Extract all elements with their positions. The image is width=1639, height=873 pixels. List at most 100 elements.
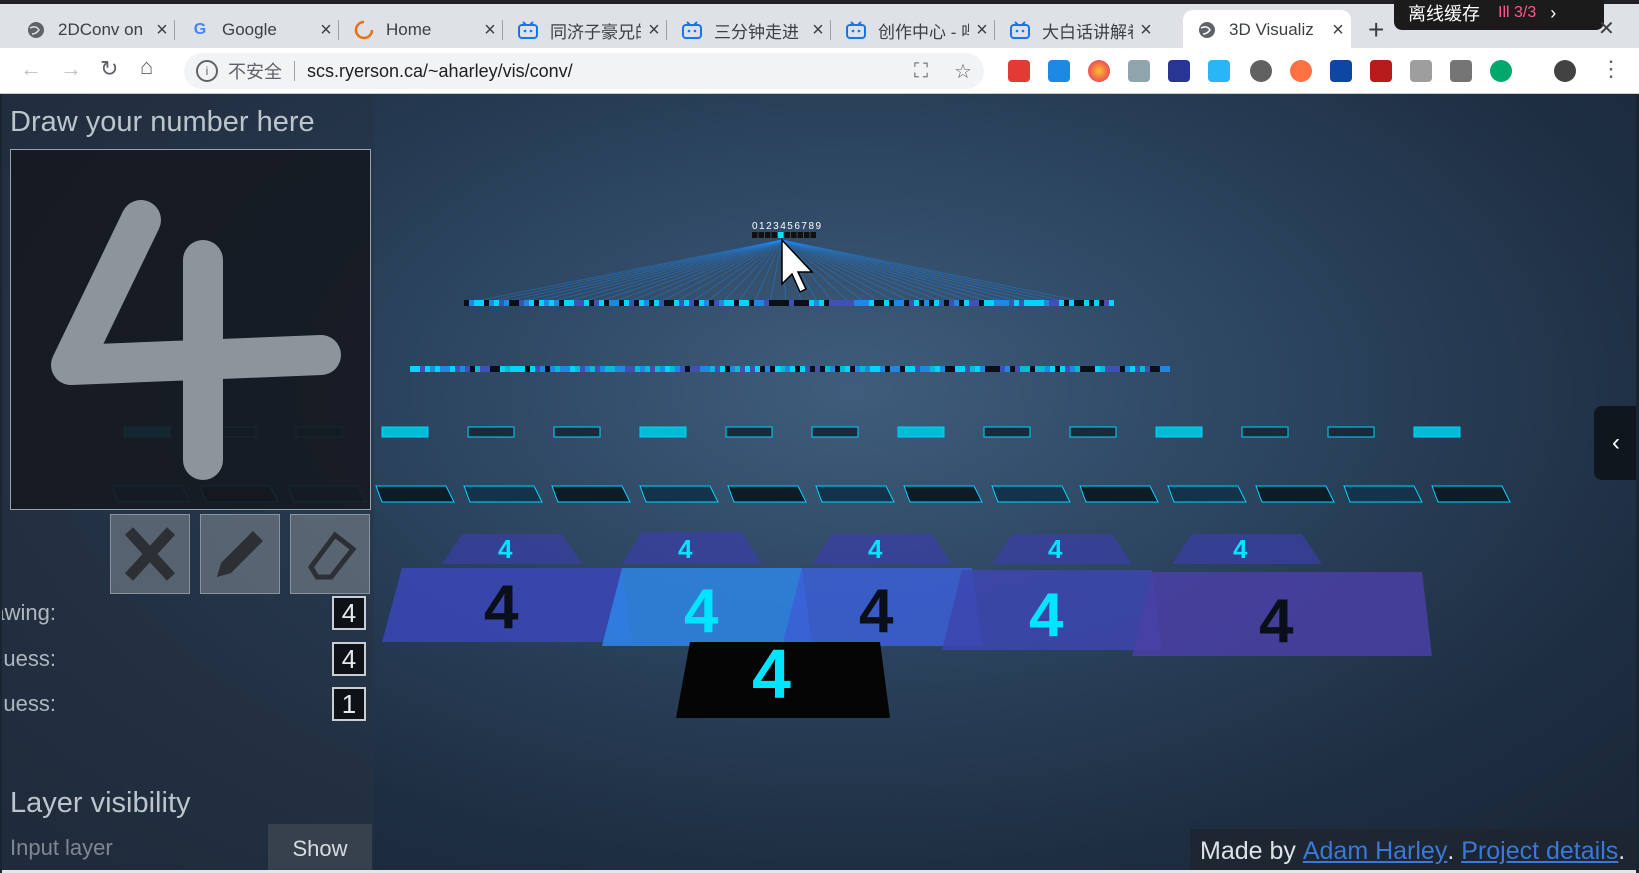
new-tab-button[interactable]: + xyxy=(1368,14,1384,46)
connection-line xyxy=(657,239,783,304)
address-bar[interactable]: i 不安全 scs.ryerson.ca/~aharley/vis/conv/ … xyxy=(184,53,984,89)
offline-cache-overlay[interactable]: 离线缓存 Ill 3/3 › xyxy=(1394,0,1604,30)
fc-node xyxy=(519,300,524,306)
clear-button[interactable] xyxy=(110,514,190,594)
fc-node xyxy=(710,366,715,372)
fc-node xyxy=(694,300,699,306)
extension-icon[interactable] xyxy=(1330,60,1352,82)
close-tab-icon[interactable]: × xyxy=(969,19,995,42)
fc-node xyxy=(475,366,480,372)
fc-node xyxy=(865,366,870,372)
svg-text:4: 4 xyxy=(859,577,894,646)
url-text[interactable]: scs.ryerson.ca/~aharley/vis/conv/ xyxy=(307,61,573,82)
extension-icon[interactable] xyxy=(1168,60,1190,82)
fc-node xyxy=(944,300,949,306)
show-input-layer-button[interactable]: Show xyxy=(268,824,372,873)
svg-text:4: 4 xyxy=(484,573,519,642)
security-label: 不安全 xyxy=(228,62,282,82)
fc-node xyxy=(719,300,724,306)
tab-home[interactable]: Home × xyxy=(340,10,503,50)
fc-node xyxy=(1125,366,1130,372)
globe-icon xyxy=(1197,20,1217,40)
profile-avatar[interactable] xyxy=(1554,60,1576,82)
menu-kebab-icon[interactable]: ⋮ xyxy=(1600,56,1622,82)
pencil-button[interactable] xyxy=(200,514,280,594)
eraser-button[interactable] xyxy=(290,514,370,594)
fc-node xyxy=(984,300,989,306)
extension-icon[interactable] xyxy=(1208,60,1230,82)
fc-node xyxy=(1155,366,1160,372)
fc-node xyxy=(1039,300,1044,306)
forward-icon[interactable]: → xyxy=(60,56,82,82)
fc-node xyxy=(659,300,664,306)
fc-node xyxy=(1074,300,1079,306)
tab-3d-visualization[interactable]: 3D Visualiz × xyxy=(1183,10,1351,50)
back-icon[interactable]: ← xyxy=(20,56,42,82)
home-icon[interactable]: ⌂ xyxy=(140,54,153,80)
extension-icon[interactable] xyxy=(1048,60,1070,82)
bookmark-star-icon[interactable]: ☆ xyxy=(954,59,972,84)
translate-icon[interactable]: ⛶ xyxy=(914,60,928,83)
author-link[interactable]: Adam Harley xyxy=(1303,837,1448,866)
fc-node xyxy=(940,366,945,372)
close-tab-icon[interactable]: × xyxy=(1133,19,1159,42)
info-icon[interactable]: i xyxy=(196,60,218,82)
fc-node xyxy=(879,300,884,306)
control-panel: Draw your number here Downsampled drawin… xyxy=(2,94,374,873)
fc-node xyxy=(674,300,679,306)
fc-node xyxy=(884,300,889,306)
extension-icon[interactable] xyxy=(1490,60,1512,82)
close-tab-icon[interactable]: × xyxy=(313,19,339,42)
tab-bilibili-3[interactable]: 创作中心 - 哔 × xyxy=(832,10,995,50)
fc-node xyxy=(850,366,855,372)
fc-node xyxy=(509,300,514,306)
reload-icon[interactable]: ↻ xyxy=(100,56,118,82)
fc-node xyxy=(834,300,839,306)
tab-bilibili-4[interactable]: 大白话讲解卷 × xyxy=(996,10,1159,50)
conv-map xyxy=(903,485,983,503)
extension-icon[interactable] xyxy=(1370,60,1392,82)
pencil-icon xyxy=(217,531,263,577)
chevron-left-icon[interactable]: ‹ xyxy=(1594,406,1636,480)
close-tab-icon[interactable]: × xyxy=(477,19,503,42)
input-layer-label: Input layer xyxy=(10,835,113,860)
extension-icon[interactable] xyxy=(1410,60,1432,82)
fc-node xyxy=(914,300,919,306)
tab-2dconv[interactable]: 2DConv on × xyxy=(12,10,175,50)
close-tab-icon[interactable]: × xyxy=(1325,19,1351,42)
window-close-icon[interactable]: ✕ xyxy=(1598,16,1615,41)
fc-node xyxy=(794,300,799,306)
fc-node xyxy=(1054,300,1059,306)
fc-node xyxy=(1009,300,1014,306)
fc-node xyxy=(639,300,644,306)
fc-node xyxy=(860,366,865,372)
extension-icon[interactable] xyxy=(1008,60,1030,82)
close-tab-icon[interactable]: × xyxy=(149,19,175,42)
fc-node xyxy=(1130,366,1135,372)
extension-icon[interactable] xyxy=(1250,60,1272,82)
tab-google[interactable]: G Google × xyxy=(176,10,339,50)
fc-node xyxy=(565,366,570,372)
tab-bilibili-2[interactable]: 三分钟走进 × xyxy=(668,10,831,50)
fc-node xyxy=(990,366,995,372)
extension-icon[interactable] xyxy=(1290,60,1312,82)
fc-node xyxy=(1079,300,1084,306)
fc-node xyxy=(474,300,479,306)
fc-node xyxy=(890,366,895,372)
close-tab-icon[interactable]: × xyxy=(641,19,667,42)
tab-bilibili-1[interactable]: 同济子豪兄的 × xyxy=(504,10,667,50)
fc-node xyxy=(1045,366,1050,372)
fc-node xyxy=(920,366,925,372)
extension-icon[interactable] xyxy=(1128,60,1150,82)
pool-map xyxy=(1241,426,1289,438)
drawing-canvas[interactable] xyxy=(10,149,371,510)
extension-icon[interactable] xyxy=(1088,60,1110,82)
globe-icon xyxy=(26,20,46,40)
pool-map xyxy=(467,426,515,438)
fc-node xyxy=(1080,366,1085,372)
close-tab-icon[interactable]: × xyxy=(805,19,831,42)
extension-icon[interactable] xyxy=(1450,60,1472,82)
project-details-link[interactable]: Project details xyxy=(1461,837,1618,866)
fc-node xyxy=(959,300,964,306)
chevron-right-icon[interactable]: › xyxy=(1550,3,1556,24)
